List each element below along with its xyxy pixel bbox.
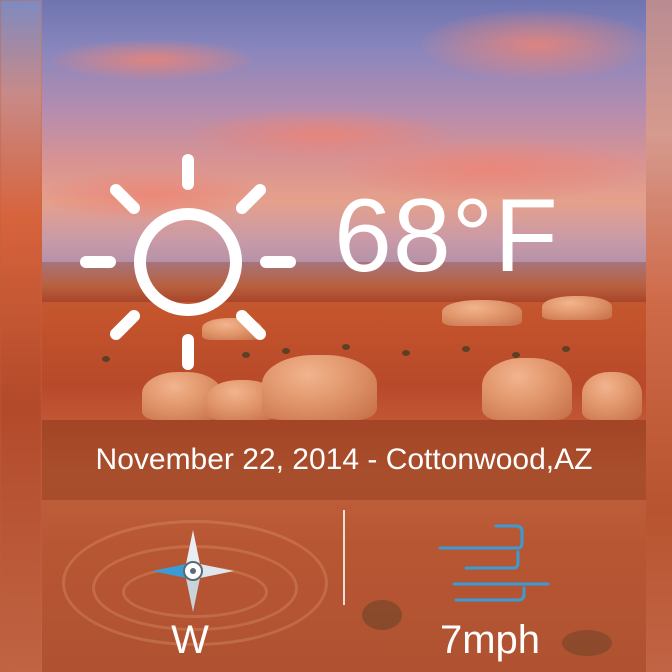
wind-speed: 7mph — [439, 618, 541, 662]
background-blur-left — [0, 0, 42, 672]
background-blur-right — [646, 0, 672, 672]
sun-icon — [80, 154, 296, 370]
wind-icon — [438, 524, 550, 602]
temperature: 68°F — [334, 178, 559, 294]
wind-direction: W — [171, 618, 209, 662]
date-location-bar: November 22, 2014 - Cottonwood,AZ — [42, 420, 646, 500]
date-location-text: November 22, 2014 - Cottonwood,AZ — [95, 443, 593, 476]
compass-icon — [152, 530, 234, 612]
wind-divider — [343, 510, 345, 605]
